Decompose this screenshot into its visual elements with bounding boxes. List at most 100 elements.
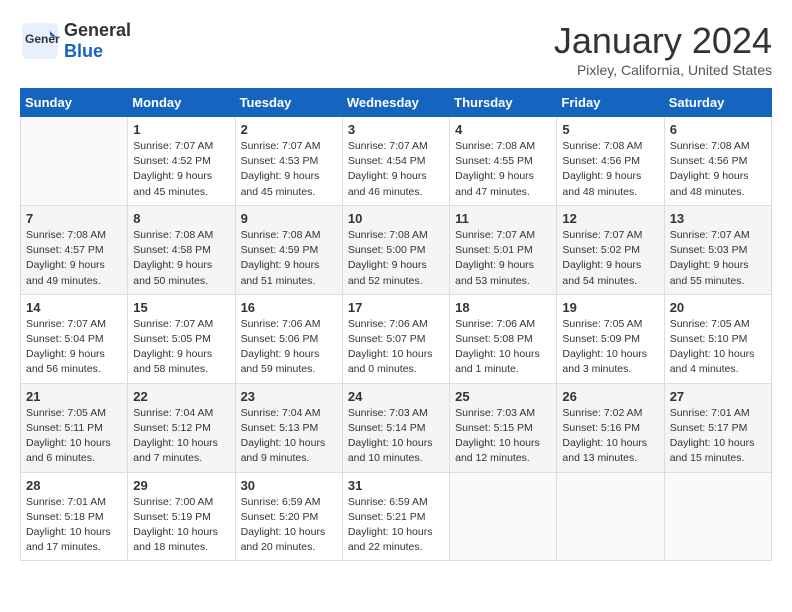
day-number: 23 bbox=[241, 389, 337, 404]
day-info: Sunrise: 7:00 AMSunset: 5:19 PMDaylight:… bbox=[133, 495, 229, 556]
calendar-week-row: 28 Sunrise: 7:01 AMSunset: 5:18 PMDayligh… bbox=[21, 472, 772, 561]
day-number: 25 bbox=[455, 389, 551, 404]
logo-icon: General bbox=[20, 21, 60, 61]
title-block: January 2024 Pixley, California, United … bbox=[554, 20, 772, 78]
day-number: 20 bbox=[670, 300, 766, 315]
weekday-header: Wednesday bbox=[342, 89, 449, 117]
day-info: Sunrise: 7:06 AMSunset: 5:07 PMDaylight:… bbox=[348, 317, 444, 378]
day-number: 1 bbox=[133, 122, 229, 137]
weekday-header: Sunday bbox=[21, 89, 128, 117]
calendar-day-cell: 19 Sunrise: 7:05 AMSunset: 5:09 PMDayligh… bbox=[557, 294, 664, 383]
calendar-day-cell bbox=[450, 472, 557, 561]
day-info: Sunrise: 7:01 AMSunset: 5:17 PMDaylight:… bbox=[670, 406, 766, 467]
day-info: Sunrise: 7:05 AMSunset: 5:10 PMDaylight:… bbox=[670, 317, 766, 378]
day-info: Sunrise: 7:08 AMSunset: 4:57 PMDaylight:… bbox=[26, 228, 122, 289]
calendar-day-cell: 24Sunrise: 7:03 AMSunset: 5:14 PMDayligh… bbox=[342, 383, 449, 472]
day-info: Sunrise: 7:07 AMSunset: 5:02 PMDaylight:… bbox=[562, 228, 658, 289]
calendar-day-cell: 8 Sunrise: 7:08 AMSunset: 4:58 PMDaylight… bbox=[128, 205, 235, 294]
calendar-day-cell: 2 Sunrise: 7:07 AMSunset: 4:53 PMDaylight… bbox=[235, 117, 342, 206]
calendar-day-cell: 10Sunrise: 7:08 AMSunset: 5:00 PMDayligh… bbox=[342, 205, 449, 294]
calendar-day-cell: 28 Sunrise: 7:01 AMSunset: 5:18 PMDayligh… bbox=[21, 472, 128, 561]
calendar-day-cell: 4 Sunrise: 7:08 AMSunset: 4:55 PMDaylight… bbox=[450, 117, 557, 206]
calendar-day-cell: 6 Sunrise: 7:08 AMSunset: 4:56 PMDaylight… bbox=[664, 117, 771, 206]
location-subtitle: Pixley, California, United States bbox=[554, 62, 772, 78]
day-info: Sunrise: 7:05 AMSunset: 5:09 PMDaylight:… bbox=[562, 317, 658, 378]
day-number: 21 bbox=[26, 389, 122, 404]
day-info: Sunrise: 7:03 AMSunset: 5:15 PMDaylight:… bbox=[455, 406, 551, 467]
calendar-day-cell: 21Sunrise: 7:05 AMSunset: 5:11 PMDayligh… bbox=[21, 383, 128, 472]
day-info: Sunrise: 7:02 AMSunset: 5:16 PMDaylight:… bbox=[562, 406, 658, 467]
day-info: Sunrise: 7:07 AMSunset: 5:05 PMDaylight:… bbox=[133, 317, 229, 378]
calendar-day-cell bbox=[557, 472, 664, 561]
day-number: 22 bbox=[133, 389, 229, 404]
day-info: Sunrise: 7:08 AMSunset: 4:59 PMDaylight:… bbox=[241, 228, 337, 289]
calendar-day-cell: 17 Sunrise: 7:06 AMSunset: 5:07 PMDayligh… bbox=[342, 294, 449, 383]
calendar-day-cell: 16Sunrise: 7:06 AMSunset: 5:06 PMDayligh… bbox=[235, 294, 342, 383]
calendar-week-row: 21Sunrise: 7:05 AMSunset: 5:11 PMDayligh… bbox=[21, 383, 772, 472]
weekday-header: Saturday bbox=[664, 89, 771, 117]
calendar-day-cell bbox=[21, 117, 128, 206]
day-info: Sunrise: 7:07 AMSunset: 4:53 PMDaylight:… bbox=[241, 139, 337, 200]
day-number: 6 bbox=[670, 122, 766, 137]
day-info: Sunrise: 7:08 AMSunset: 4:58 PMDaylight:… bbox=[133, 228, 229, 289]
weekday-header: Friday bbox=[557, 89, 664, 117]
day-info: Sunrise: 7:07 AMSunset: 5:01 PMDaylight:… bbox=[455, 228, 551, 289]
calendar-day-cell: 31 Sunrise: 6:59 AMSunset: 5:21 PMDayligh… bbox=[342, 472, 449, 561]
svg-text:General: General bbox=[25, 32, 60, 46]
day-info: Sunrise: 7:04 AMSunset: 5:12 PMDaylight:… bbox=[133, 406, 229, 467]
day-number: 12 bbox=[562, 211, 658, 226]
day-number: 3 bbox=[348, 122, 444, 137]
day-number: 30 bbox=[241, 478, 337, 493]
weekday-header: Monday bbox=[128, 89, 235, 117]
day-info: Sunrise: 6:59 AMSunset: 5:20 PMDaylight:… bbox=[241, 495, 337, 556]
calendar-day-cell: 7 Sunrise: 7:08 AMSunset: 4:57 PMDaylight… bbox=[21, 205, 128, 294]
day-number: 5 bbox=[562, 122, 658, 137]
day-info: Sunrise: 7:08 AMSunset: 4:55 PMDaylight:… bbox=[455, 139, 551, 200]
day-number: 15 bbox=[133, 300, 229, 315]
day-number: 19 bbox=[562, 300, 658, 315]
calendar-day-cell: 25 Sunrise: 7:03 AMSunset: 5:15 PMDayligh… bbox=[450, 383, 557, 472]
day-info: Sunrise: 7:07 AMSunset: 4:52 PMDaylight:… bbox=[133, 139, 229, 200]
day-info: Sunrise: 7:01 AMSunset: 5:18 PMDaylight:… bbox=[26, 495, 122, 556]
day-info: Sunrise: 7:07 AMSunset: 5:04 PMDaylight:… bbox=[26, 317, 122, 378]
day-info: Sunrise: 7:06 AMSunset: 5:08 PMDaylight:… bbox=[455, 317, 551, 378]
day-number: 11 bbox=[455, 211, 551, 226]
day-number: 4 bbox=[455, 122, 551, 137]
day-number: 26 bbox=[562, 389, 658, 404]
day-number: 28 bbox=[26, 478, 122, 493]
day-info: Sunrise: 6:59 AMSunset: 5:21 PMDaylight:… bbox=[348, 495, 444, 556]
calendar-day-cell: 18Sunrise: 7:06 AMSunset: 5:08 PMDayligh… bbox=[450, 294, 557, 383]
day-number: 10 bbox=[348, 211, 444, 226]
day-number: 13 bbox=[670, 211, 766, 226]
day-info: Sunrise: 7:08 AMSunset: 4:56 PMDaylight:… bbox=[562, 139, 658, 200]
day-number: 24 bbox=[348, 389, 444, 404]
calendar-day-cell: 22 Sunrise: 7:04 AMSunset: 5:12 PMDayligh… bbox=[128, 383, 235, 472]
calendar-day-cell: 15 Sunrise: 7:07 AMSunset: 5:05 PMDayligh… bbox=[128, 294, 235, 383]
calendar-day-cell: 11 Sunrise: 7:07 AMSunset: 5:01 PMDayligh… bbox=[450, 205, 557, 294]
day-info: Sunrise: 7:08 AMSunset: 4:56 PMDaylight:… bbox=[670, 139, 766, 200]
day-number: 29 bbox=[133, 478, 229, 493]
day-number: 2 bbox=[241, 122, 337, 137]
day-info: Sunrise: 7:04 AMSunset: 5:13 PMDaylight:… bbox=[241, 406, 337, 467]
calendar-day-cell bbox=[664, 472, 771, 561]
logo-text-general: General bbox=[64, 20, 131, 41]
calendar-day-cell: 13Sunrise: 7:07 AMSunset: 5:03 PMDayligh… bbox=[664, 205, 771, 294]
calendar-table: SundayMondayTuesdayWednesdayThursdayFrid… bbox=[20, 88, 772, 561]
calendar-day-cell: 5 Sunrise: 7:08 AMSunset: 4:56 PMDaylight… bbox=[557, 117, 664, 206]
day-number: 31 bbox=[348, 478, 444, 493]
day-info: Sunrise: 7:07 AMSunset: 4:54 PMDaylight:… bbox=[348, 139, 444, 200]
logo: General General Blue bbox=[20, 20, 131, 62]
page-header: General General Blue January 2024 Pixley… bbox=[20, 20, 772, 78]
day-number: 7 bbox=[26, 211, 122, 226]
logo-text-blue: Blue bbox=[64, 41, 131, 62]
calendar-day-cell: 30 Sunrise: 6:59 AMSunset: 5:20 PMDayligh… bbox=[235, 472, 342, 561]
day-number: 17 bbox=[348, 300, 444, 315]
calendar-day-cell: 3 Sunrise: 7:07 AMSunset: 4:54 PMDaylight… bbox=[342, 117, 449, 206]
calendar-day-cell: 20 Sunrise: 7:05 AMSunset: 5:10 PMDayligh… bbox=[664, 294, 771, 383]
day-number: 8 bbox=[133, 211, 229, 226]
day-number: 14 bbox=[26, 300, 122, 315]
day-number: 27 bbox=[670, 389, 766, 404]
weekday-header: Tuesday bbox=[235, 89, 342, 117]
calendar-week-row: 1 Sunrise: 7:07 AMSunset: 4:52 PMDaylight… bbox=[21, 117, 772, 206]
calendar-day-cell: 14 Sunrise: 7:07 AMSunset: 5:04 PMDayligh… bbox=[21, 294, 128, 383]
